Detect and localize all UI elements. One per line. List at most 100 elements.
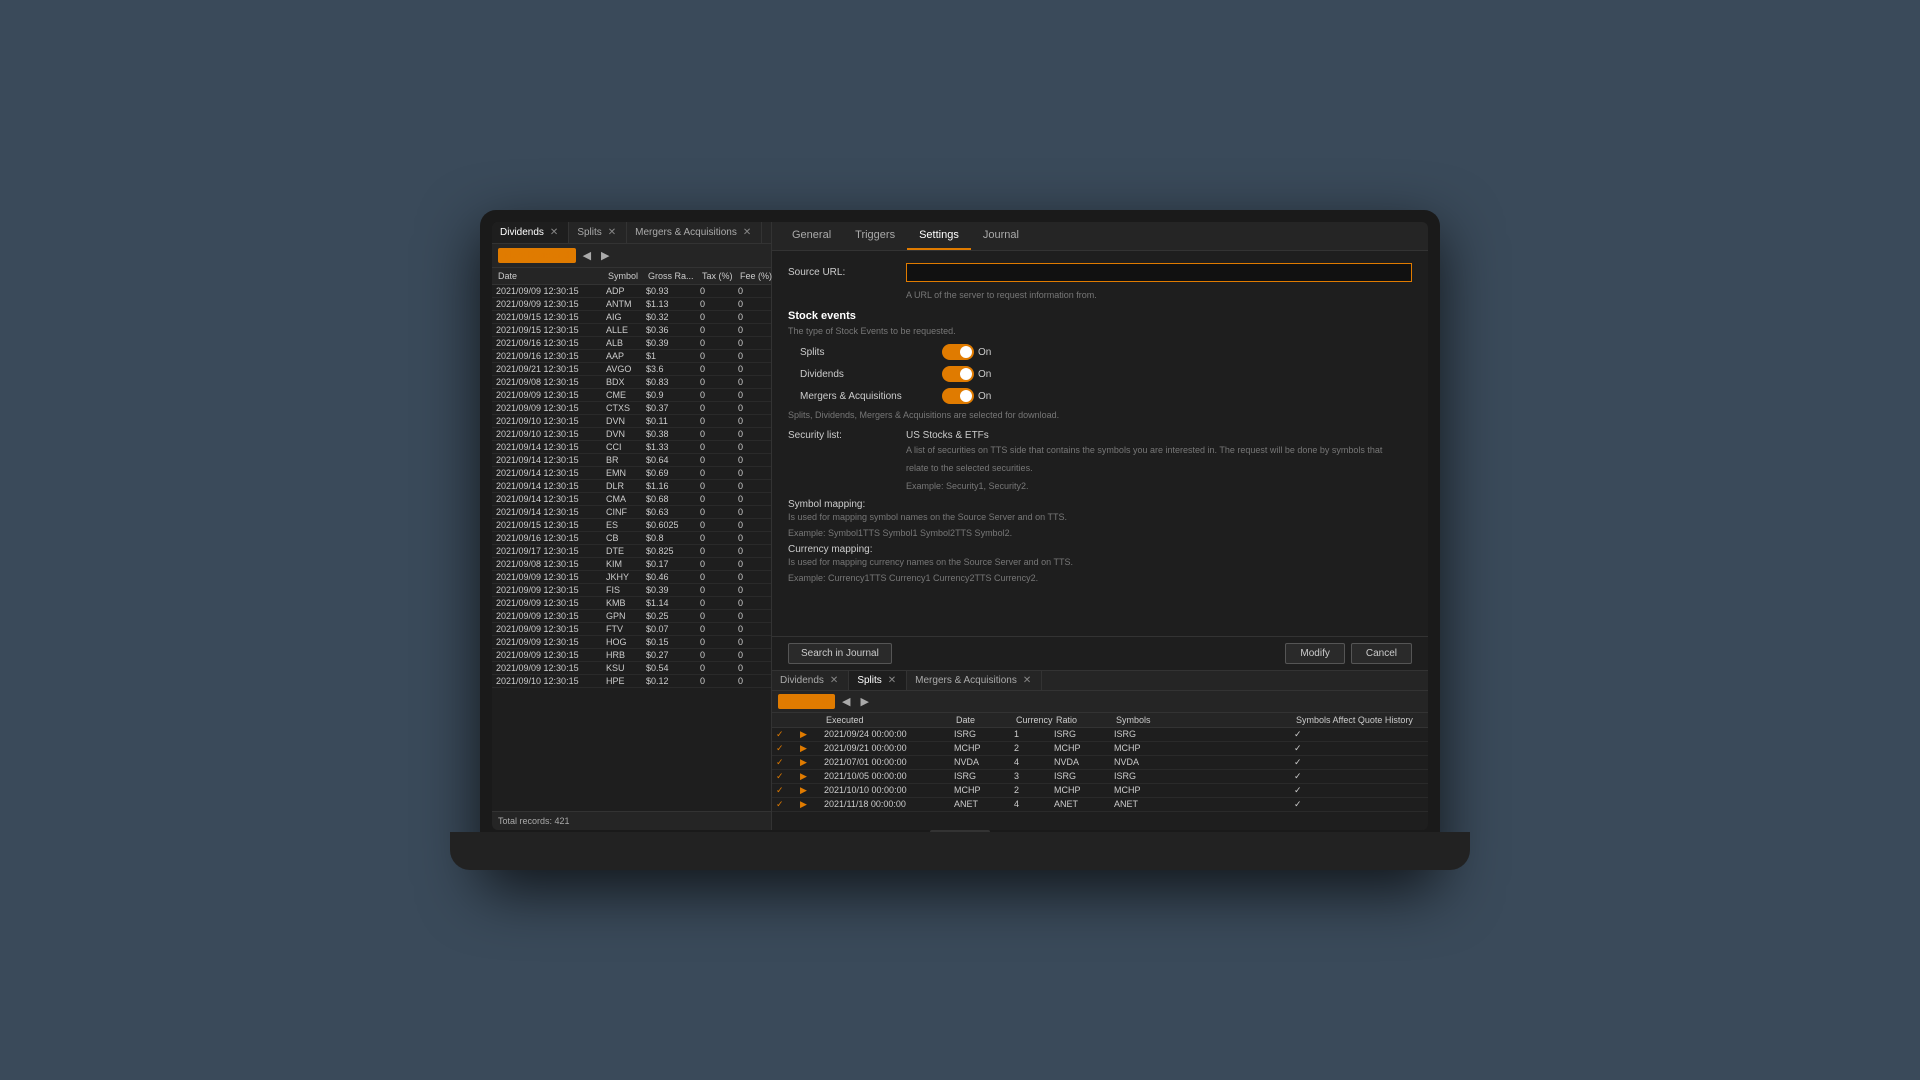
tab-splits-close[interactable]: ✕: [606, 227, 618, 238]
table-row[interactable]: ✓▶2021/07/01 00:00:00NVDA4NVDANVDA✓: [772, 756, 1428, 770]
splits-table-header: Executed Date Currency Ratio Symbols Sym…: [772, 713, 1428, 728]
tab-mergers-close[interactable]: ✕: [741, 227, 753, 238]
table-row[interactable]: 2021/09/09 12:30:15HOG$0.1500: [492, 636, 771, 649]
col-empty1: [776, 715, 800, 725]
table-row[interactable]: 2021/09/16 12:30:15CB$0.800: [492, 532, 771, 545]
nav-tab-settings[interactable]: Settings: [907, 222, 971, 250]
table-row[interactable]: 2021/09/14 12:30:15CCI$1.3300: [492, 441, 771, 454]
tab-mergers[interactable]: Mergers & Acquisitions ✕: [627, 222, 762, 243]
nav-tab-triggers[interactable]: Triggers: [843, 222, 907, 250]
tab-dividends[interactable]: Dividends ✕: [492, 222, 569, 243]
source-url-input[interactable]: [906, 263, 1412, 282]
col-symbols[interactable]: Symbols: [1114, 715, 1294, 725]
tab-dividends-close[interactable]: ✕: [548, 227, 560, 238]
col-date[interactable]: Date: [496, 271, 606, 281]
table-row[interactable]: 2021/09/09 12:30:15FIS$0.3900: [492, 584, 771, 597]
table-row[interactable]: ✓▶2021/10/05 00:00:00ISRG3ISRGISRG✓: [772, 770, 1428, 784]
back-icon[interactable]: ◀: [580, 248, 594, 263]
mergers-toggle[interactable]: On: [942, 388, 991, 404]
table-row[interactable]: 2021/09/14 12:30:15EMN$0.6900: [492, 467, 771, 480]
new-dividend-button[interactable]: New Dividend: [498, 248, 576, 263]
col-tax[interactable]: Tax (%): [700, 271, 738, 281]
forward-icon[interactable]: ▶: [598, 248, 612, 263]
table-row[interactable]: 2021/09/09 12:30:15FTV$0.0700: [492, 623, 771, 636]
table-row[interactable]: 2021/09/09 12:30:15CME$0.900: [492, 389, 771, 402]
tab-mergers-label: Mergers & Acquisitions: [635, 227, 737, 238]
col-executed[interactable]: Executed: [824, 715, 954, 725]
table-row[interactable]: 2021/09/09 12:30:15ADP$0.9300: [492, 285, 771, 298]
col-gross-rate[interactable]: Gross Ra...: [646, 271, 700, 281]
bottom-tab-splits[interactable]: Splits ✕: [849, 671, 907, 690]
table-row[interactable]: 2021/09/09 12:30:15GPN$0.2500: [492, 610, 771, 623]
bottom-tab-dividends[interactable]: Dividends ✕: [772, 671, 849, 690]
bottom-tab-mergers-close[interactable]: ✕: [1021, 675, 1033, 686]
security-list-row: Security list: US Stocks & ETFs: [788, 430, 1412, 441]
bottom-forward-icon[interactable]: ▶: [857, 694, 871, 709]
bottom-toolbar: New Split ◀ ▶: [772, 691, 1428, 713]
bottom-back-icon[interactable]: ◀: [839, 694, 853, 709]
table-row[interactable]: 2021/09/09 12:30:15KMB$1.1400: [492, 597, 771, 610]
col-symbols-affect[interactable]: Symbols Affect Quote History: [1294, 715, 1428, 725]
table-row[interactable]: ✓▶2021/11/18 00:00:00ANET4ANETANET✓: [772, 798, 1428, 812]
splits-table-body: ✓▶2021/09/24 00:00:00ISRG1ISRGISRG✓✓▶202…: [772, 728, 1428, 830]
nav-tab-journal[interactable]: Journal: [971, 222, 1031, 250]
tab-splits-label: Splits: [577, 227, 601, 238]
table-row[interactable]: 2021/09/08 12:30:15KIM$0.1700: [492, 558, 771, 571]
security-hint1: A list of securities on TTS side that co…: [906, 445, 1412, 455]
table-row[interactable]: 2021/09/09 12:30:15KSU$0.5400: [492, 662, 771, 675]
table-row[interactable]: 2021/09/10 12:30:15DVN$0.1100: [492, 415, 771, 428]
table-row[interactable]: ✓▶2021/10/10 00:00:00MCHP2MCHPMCHP✓: [772, 784, 1428, 798]
modify-button[interactable]: Modify: [1285, 643, 1344, 664]
security-list-value: US Stocks & ETFs: [906, 430, 989, 441]
laptop: Dividends ✕ Splits ✕ Mergers & Acquisiti…: [480, 210, 1440, 870]
source-url-row: Source URL:: [788, 263, 1412, 282]
mergers-toggle-row: Mergers & Acquisitions On: [800, 388, 1412, 404]
bottom-buttons: Modify Cancel: [1285, 643, 1412, 664]
col-ratio[interactable]: Ratio: [1054, 715, 1114, 725]
tab-dividends-label: Dividends: [500, 227, 544, 238]
col-currency[interactable]: Currency: [1014, 715, 1054, 725]
source-url-label: Source URL:: [788, 267, 898, 278]
table-row[interactable]: 2021/09/14 12:30:15BR$0.6400: [492, 454, 771, 467]
table-row[interactable]: 2021/09/14 12:30:15DLR$1.1600: [492, 480, 771, 493]
mergers-toggle-track[interactable]: [942, 388, 974, 404]
bottom-tab-mergers[interactable]: Mergers & Acquisitions ✕: [907, 671, 1042, 690]
splits-toggle-track[interactable]: [942, 344, 974, 360]
table-row[interactable]: 2021/09/09 12:30:15JKHY$0.4600: [492, 571, 771, 584]
table-row[interactable]: 2021/09/10 12:30:15DVN$0.3800: [492, 428, 771, 441]
table-row[interactable]: 2021/09/15 12:30:15AIG$0.3200: [492, 311, 771, 324]
currency-mapping-hint1: Is used for mapping currency names on th…: [788, 557, 1412, 567]
total-records: Total records: 421: [492, 811, 771, 830]
col-empty2: [800, 715, 824, 725]
bottom-tab-dividends-close[interactable]: ✕: [828, 675, 840, 686]
table-row[interactable]: ✓▶2021/09/21 00:00:00MCHP2MCHPMCHP✓: [772, 742, 1428, 756]
table-row[interactable]: 2021/09/14 12:30:15CMA$0.6800: [492, 493, 771, 506]
table-row[interactable]: 2021/09/16 12:30:15AAP$100: [492, 350, 771, 363]
search-journal-button[interactable]: Search in Journal: [788, 643, 892, 664]
col-symbol[interactable]: Symbol: [606, 271, 646, 281]
table-row[interactable]: 2021/09/15 12:30:15ES$0.602500: [492, 519, 771, 532]
table-row[interactable]: 2021/09/16 12:30:15ALB$0.3900: [492, 337, 771, 350]
table-row[interactable]: 2021/09/09 12:30:15HRB$0.2700: [492, 649, 771, 662]
table-row[interactable]: 2021/09/15 12:30:15ALLE$0.3600: [492, 324, 771, 337]
table-row[interactable]: 2021/09/10 12:30:15HPE$0.1200: [492, 675, 771, 688]
table-row[interactable]: 2021/09/09 12:30:15CTXS$0.3700: [492, 402, 771, 415]
security-hint2: relate to the selected securities.: [906, 463, 1412, 473]
splits-toggle[interactable]: On: [942, 344, 991, 360]
new-split-button[interactable]: New Split: [778, 694, 835, 709]
symbol-mapping-hint1: Is used for mapping symbol names on the …: [788, 512, 1412, 522]
bottom-panel: Dividends ✕ Splits ✕ Mergers & Acquisiti…: [772, 670, 1428, 830]
table-row[interactable]: 2021/09/14 12:30:15CINF$0.6300: [492, 506, 771, 519]
table-row[interactable]: 2021/09/17 12:30:15DTE$0.82500: [492, 545, 771, 558]
table-row[interactable]: 2021/09/21 12:30:15AVGO$3.600: [492, 363, 771, 376]
bottom-tab-splits-close[interactable]: ✕: [886, 675, 898, 686]
cancel-button[interactable]: Cancel: [1351, 643, 1412, 664]
col-date[interactable]: Date: [954, 715, 1014, 725]
table-row[interactable]: 2021/09/09 12:30:15ANTM$1.1300: [492, 298, 771, 311]
table-row[interactable]: 2021/09/08 12:30:15BDX$0.8300: [492, 376, 771, 389]
dividends-toggle-track[interactable]: [942, 366, 974, 382]
tab-splits[interactable]: Splits ✕: [569, 222, 627, 243]
nav-tab-general[interactable]: General: [780, 222, 843, 250]
dividends-toggle[interactable]: On: [942, 366, 991, 382]
table-row[interactable]: ✓▶2021/09/24 00:00:00ISRG1ISRGISRG✓: [772, 728, 1428, 742]
